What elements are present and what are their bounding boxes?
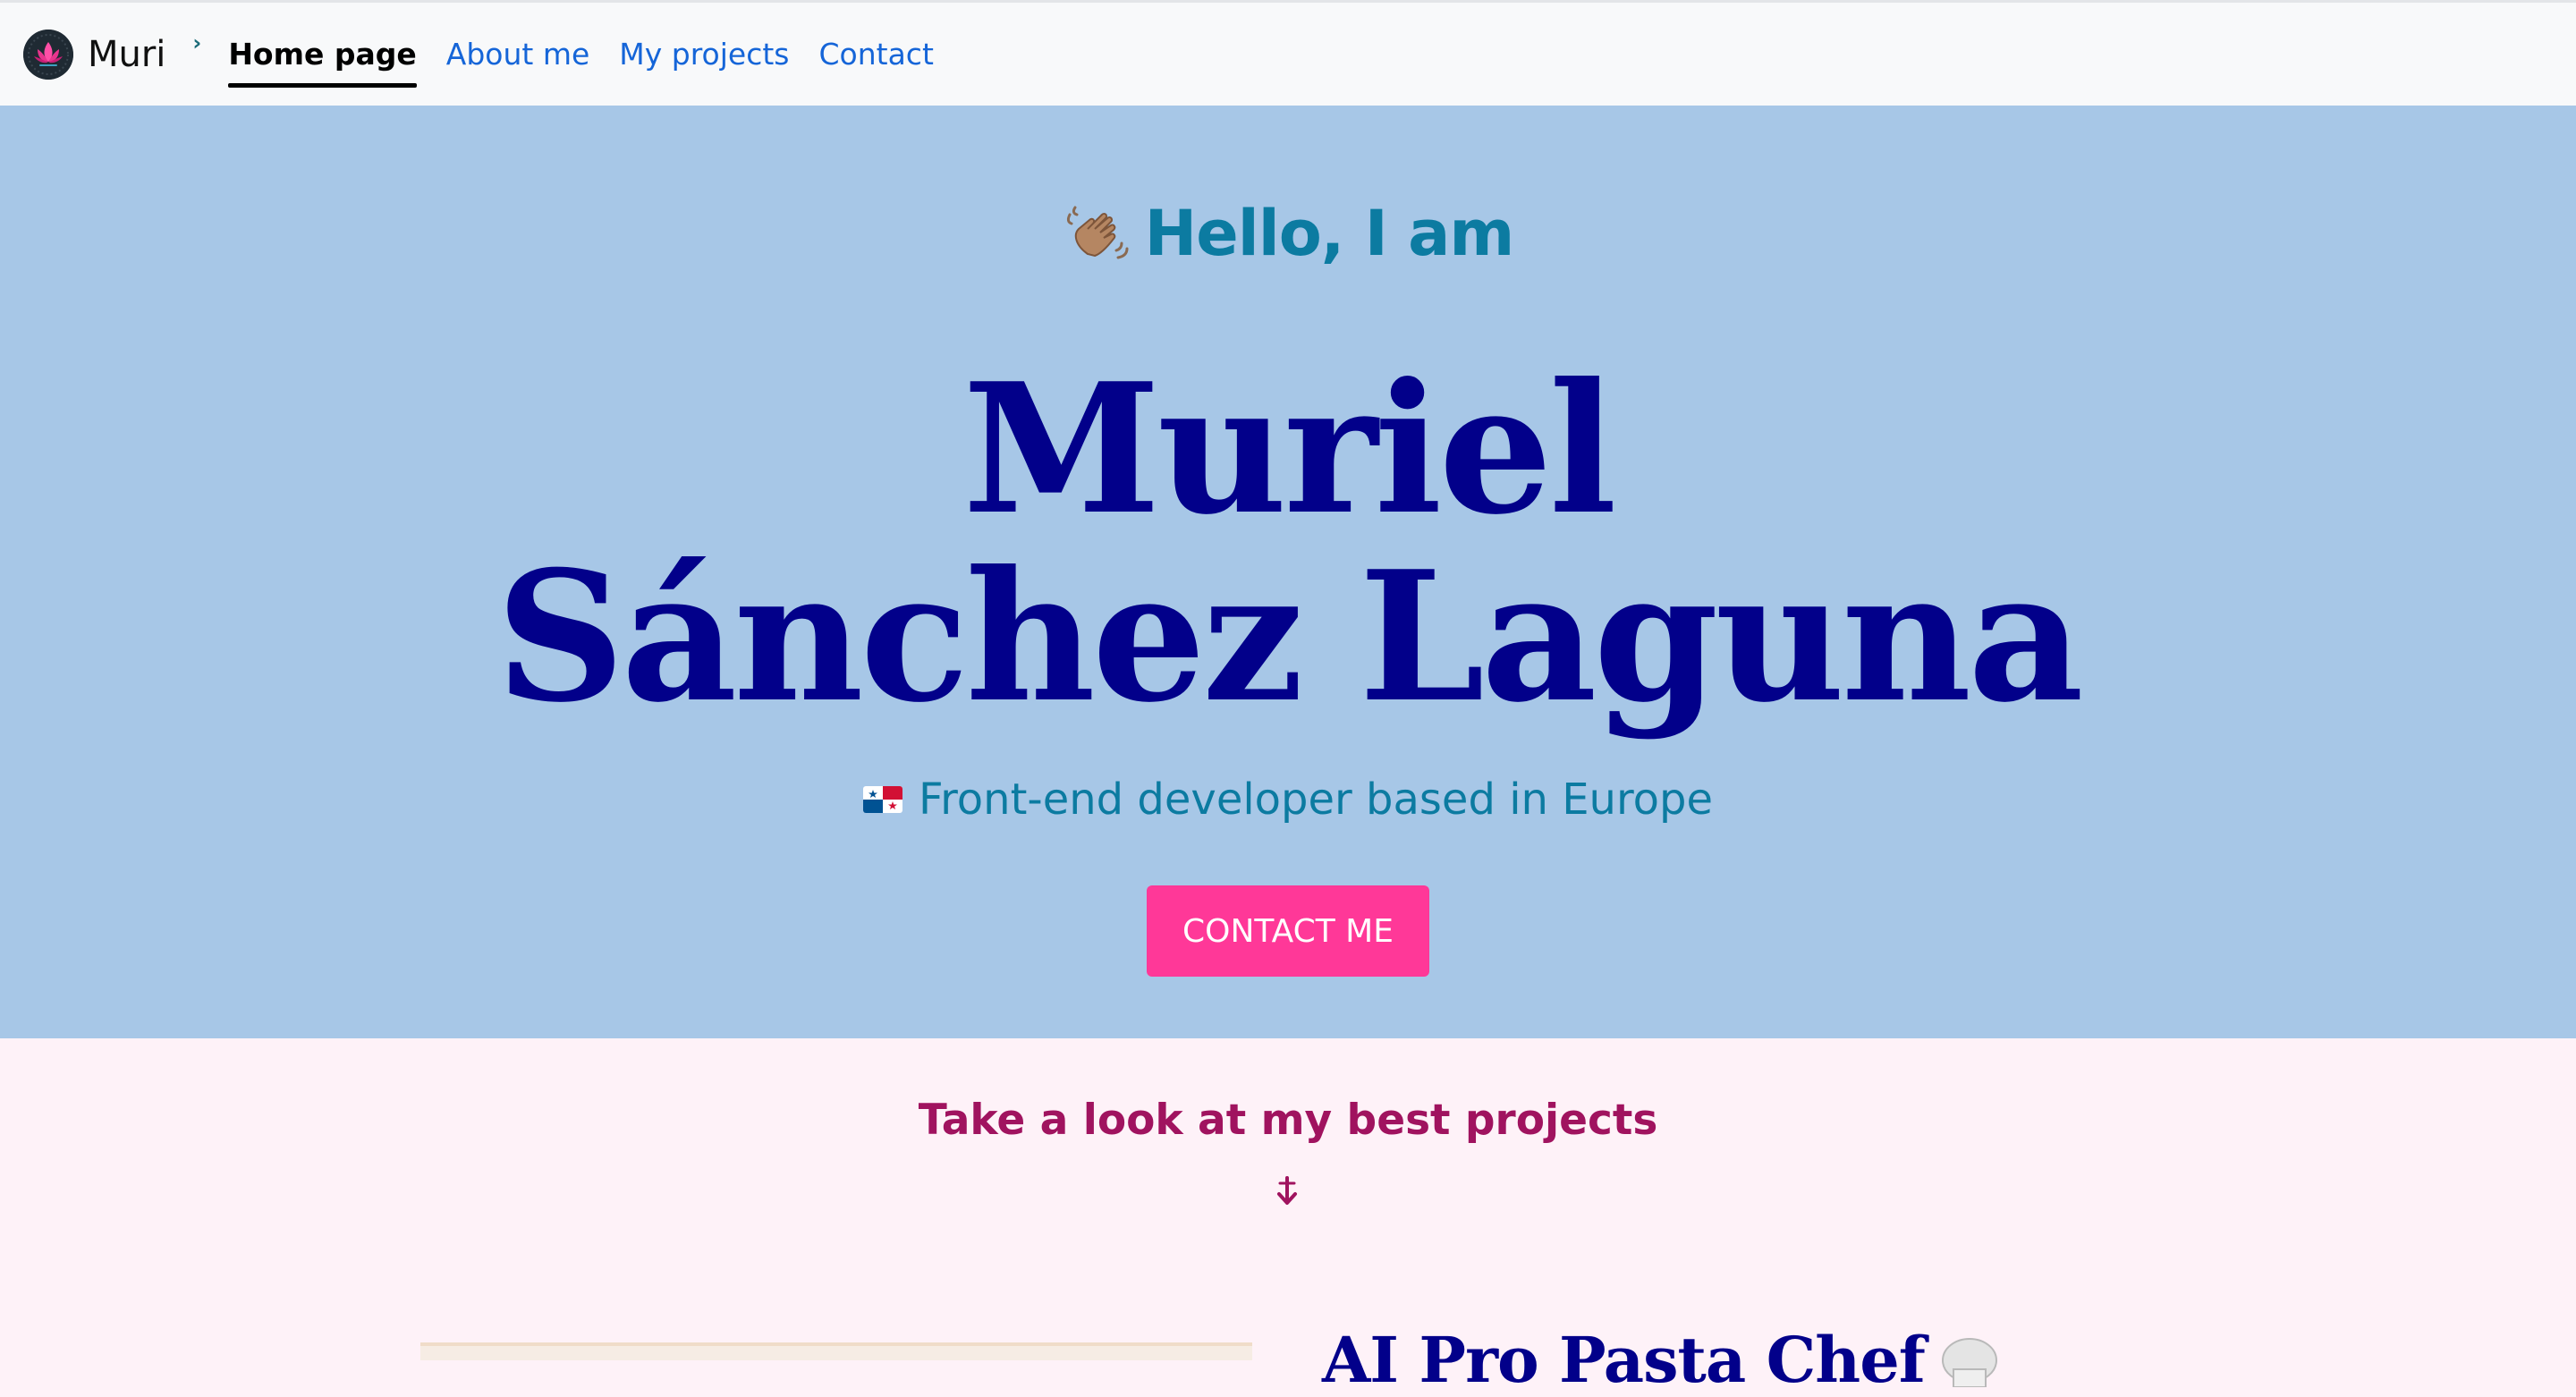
chef-hat-icon xyxy=(1942,1338,1997,1387)
project-card-image[interactable] xyxy=(420,1342,1252,1360)
hero-name-line1: Muriel xyxy=(962,344,1616,555)
lotus-logo-icon xyxy=(23,29,73,80)
greeting-text: Hello, I am xyxy=(1144,197,1515,270)
nav-link-home[interactable]: Home page xyxy=(228,28,418,88)
nav-link-projects[interactable]: My projects xyxy=(619,28,789,80)
nav-link-about[interactable]: About me xyxy=(446,28,590,80)
subtitle-text: Front-end developer based in Europe xyxy=(919,775,1713,825)
hero-section: Hello, I am Muriel Sánchez Laguna Front-… xyxy=(0,106,2576,1038)
contact-me-button[interactable]: CONTACT ME xyxy=(1147,885,1429,977)
hero-name: Muriel Sánchez Laguna xyxy=(0,356,2576,732)
project-title[interactable]: AI Pro Pasta Chef xyxy=(1322,1323,1926,1397)
waving-hand-icon xyxy=(1066,206,1129,259)
top-navbar: Muri › Home page About me My projects Co… xyxy=(0,0,2576,106)
greeting: Hello, I am xyxy=(0,197,2576,270)
projects-section: Take a look at my best projects AI Pro P… xyxy=(0,1038,2576,1397)
hero-subtitle: Front-end developer based in Europe xyxy=(0,775,2576,825)
projects-heading: Take a look at my best projects xyxy=(918,1096,1658,1145)
panama-flag-icon xyxy=(863,786,902,813)
brand-name: Muri xyxy=(88,33,166,75)
hero-name-line2: Sánchez Laguna xyxy=(496,532,2084,742)
nav-link-contact[interactable]: Contact xyxy=(819,28,934,80)
brand-link[interactable]: Muri xyxy=(23,29,166,80)
nav-links: Home page About me My projects Contact xyxy=(228,2,963,107)
arrow-down-icon[interactable] xyxy=(1274,1174,1301,1208)
nav-toggler-chevron-icon[interactable]: › xyxy=(192,30,201,55)
